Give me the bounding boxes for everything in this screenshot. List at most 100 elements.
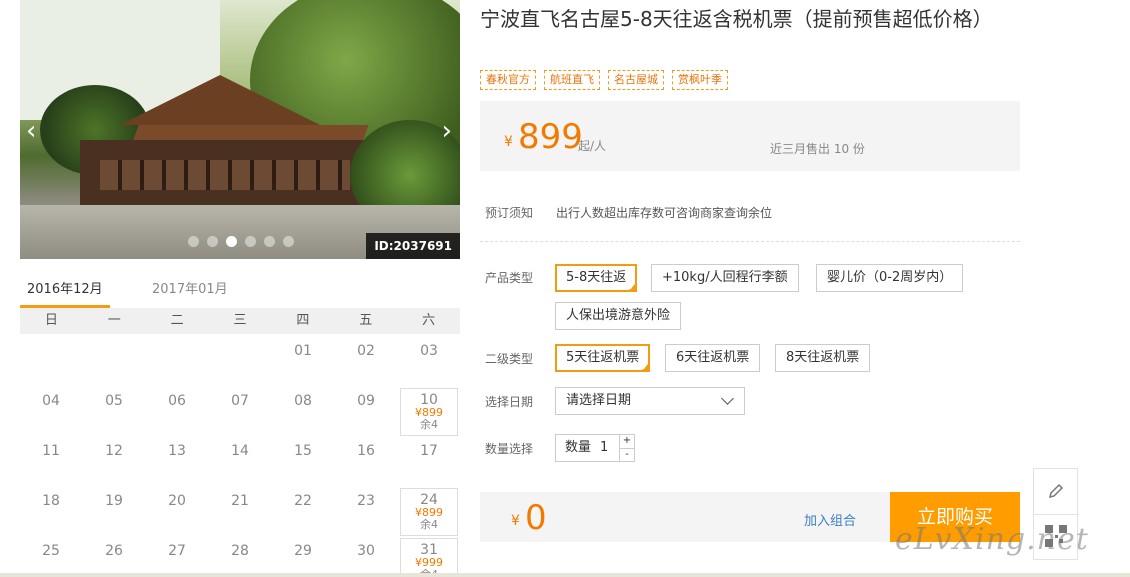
- carousel-dot[interactable]: [264, 236, 275, 247]
- calendar-day: 15: [273, 434, 333, 482]
- day-remaining: 余4: [420, 418, 438, 431]
- calendar-day: 16: [336, 434, 396, 482]
- total-price: 0: [525, 498, 547, 538]
- day-number: 16: [357, 443, 375, 459]
- quantity-label: 数量选择: [485, 442, 534, 456]
- option-product-type[interactable]: 人保出境游意外险: [555, 302, 682, 330]
- day-number: 25: [42, 543, 60, 559]
- divider: [480, 241, 1020, 242]
- calendar-day: 01: [273, 334, 333, 382]
- chevron-left-icon[interactable]: ‹: [26, 118, 36, 144]
- currency-symbol: ¥: [504, 134, 513, 150]
- calendar-day-available[interactable]: 24 ¥899 余4: [400, 488, 458, 536]
- day-number: 07: [231, 393, 249, 409]
- add-to-combo-link[interactable]: 加入组合: [804, 510, 856, 529]
- product-type-label: 产品类型: [485, 271, 534, 285]
- calendar-day: 07: [210, 384, 270, 432]
- chevron-down-icon: [721, 392, 734, 405]
- quantity-input[interactable]: 1: [600, 435, 608, 461]
- calendar-day: 12: [84, 434, 144, 482]
- month-tabs: 2016年12月 2017年01月: [20, 276, 460, 308]
- weekday-label: 三: [233, 313, 247, 328]
- carousel-pagination: [188, 236, 294, 247]
- carousel-dot[interactable]: [226, 236, 237, 247]
- tag-badge: 春秋官方: [480, 70, 536, 90]
- day-number: 30: [357, 543, 375, 559]
- calendar-day: 21: [210, 484, 270, 532]
- check-icon: ✓: [641, 363, 649, 372]
- price-unit: 起/人: [578, 139, 607, 153]
- image-id-label: ID:2037691: [366, 233, 460, 259]
- option-label: 人保出境游意外险: [566, 308, 671, 323]
- carousel-dot[interactable]: [283, 236, 294, 247]
- calendar-day: 20: [147, 484, 207, 532]
- divider: [0, 573, 1130, 577]
- calendar-day: 05: [84, 384, 144, 432]
- day-number: 08: [294, 393, 312, 409]
- day-number: 23: [357, 493, 375, 509]
- tag-badge: 名古屋城: [608, 70, 664, 90]
- price-box: ¥ 899 起/人 近三月售出 10 份: [480, 101, 1020, 171]
- day-number: 27: [168, 543, 186, 559]
- day-number: 29: [294, 543, 312, 559]
- option-product-type[interactable]: 婴儿价（0-2周岁内）: [816, 264, 964, 292]
- calendar-day: 18: [21, 484, 81, 532]
- weekday-label: 日: [44, 313, 58, 328]
- day-number: 06: [168, 393, 186, 409]
- calendar-day: 14: [210, 434, 270, 482]
- increment-button[interactable]: +: [620, 435, 634, 448]
- pencil-icon[interactable]: [1034, 469, 1079, 515]
- day-number: 15: [294, 443, 312, 459]
- day-number: 11: [42, 443, 60, 459]
- calendar-day: 03: [399, 334, 459, 382]
- day-number: 03: [420, 343, 438, 359]
- day-number: 13: [168, 443, 186, 459]
- day-number: 18: [42, 493, 60, 509]
- date-select-value: 请选择日期: [566, 393, 632, 408]
- option-subtype[interactable]: 8天往返机票: [775, 344, 871, 372]
- day-number: 31: [420, 542, 438, 558]
- calendar-day-available[interactable]: 31¥999余4: [400, 538, 458, 577]
- option-subtype[interactable]: 6天往返机票: [665, 344, 761, 372]
- day-number: 21: [231, 493, 249, 509]
- date-select[interactable]: 请选择日期: [555, 387, 745, 415]
- option-product-type[interactable]: 5-8天往返 ✓: [555, 264, 638, 292]
- option-label: 5天往返机票: [566, 350, 640, 365]
- tab-month[interactable]: 2016年12月: [20, 276, 110, 308]
- photo-shrine-hall: [80, 140, 370, 210]
- watermark: eLvXing.net: [895, 522, 1089, 557]
- carousel-dot[interactable]: [207, 236, 218, 247]
- image-carousel: ‹ › ID:2037691: [20, 0, 460, 259]
- day-number: 04: [42, 393, 60, 409]
- photo-shrine-roof: [120, 75, 320, 125]
- product-title: 宁波直飞名古屋5-8天往返含税机票（提前预售超低价格）: [480, 7, 993, 31]
- day-number: 26: [105, 543, 123, 559]
- notice-label: 预订须知: [485, 206, 534, 220]
- product-tags: 春秋官方 航班直飞 名古屋城 赏枫叶季: [480, 70, 728, 90]
- subtype-label: 二级类型: [485, 352, 534, 366]
- calendar-day: 06: [147, 384, 207, 432]
- option-label: 6天往返机票: [676, 350, 750, 365]
- quantity-stepper: 数量 1 + -: [555, 434, 635, 462]
- notice-text: 出行人数超出库存数可咨询商家查询余位: [556, 206, 773, 220]
- carousel-dot[interactable]: [188, 236, 199, 247]
- currency-symbol: ¥: [511, 513, 520, 529]
- day-number: 19: [105, 493, 123, 509]
- chevron-right-icon[interactable]: ›: [442, 118, 452, 144]
- calendar-day: 29: [273, 534, 333, 577]
- carousel-dot[interactable]: [245, 236, 256, 247]
- check-icon: ✓: [628, 283, 636, 292]
- day-number: 22: [294, 493, 312, 509]
- sold-count: 近三月售出 10 份: [770, 142, 865, 156]
- calendar-day-available[interactable]: 10 ¥899 余4: [400, 388, 458, 436]
- tab-month[interactable]: 2017年01月: [152, 276, 242, 308]
- weekday-label: 五: [359, 313, 373, 328]
- option-subtype[interactable]: 5天往返机票 ✓: [555, 344, 651, 372]
- day-number: 17: [420, 443, 438, 459]
- weekday-header: 日一二三四五六: [20, 308, 460, 334]
- decrement-button[interactable]: -: [620, 448, 634, 461]
- tag-badge: 航班直飞: [544, 70, 600, 90]
- calendar-day: 08: [273, 384, 333, 432]
- option-product-type[interactable]: +10kg/人回程行李额: [651, 264, 799, 292]
- weekday-label: 四: [296, 313, 310, 328]
